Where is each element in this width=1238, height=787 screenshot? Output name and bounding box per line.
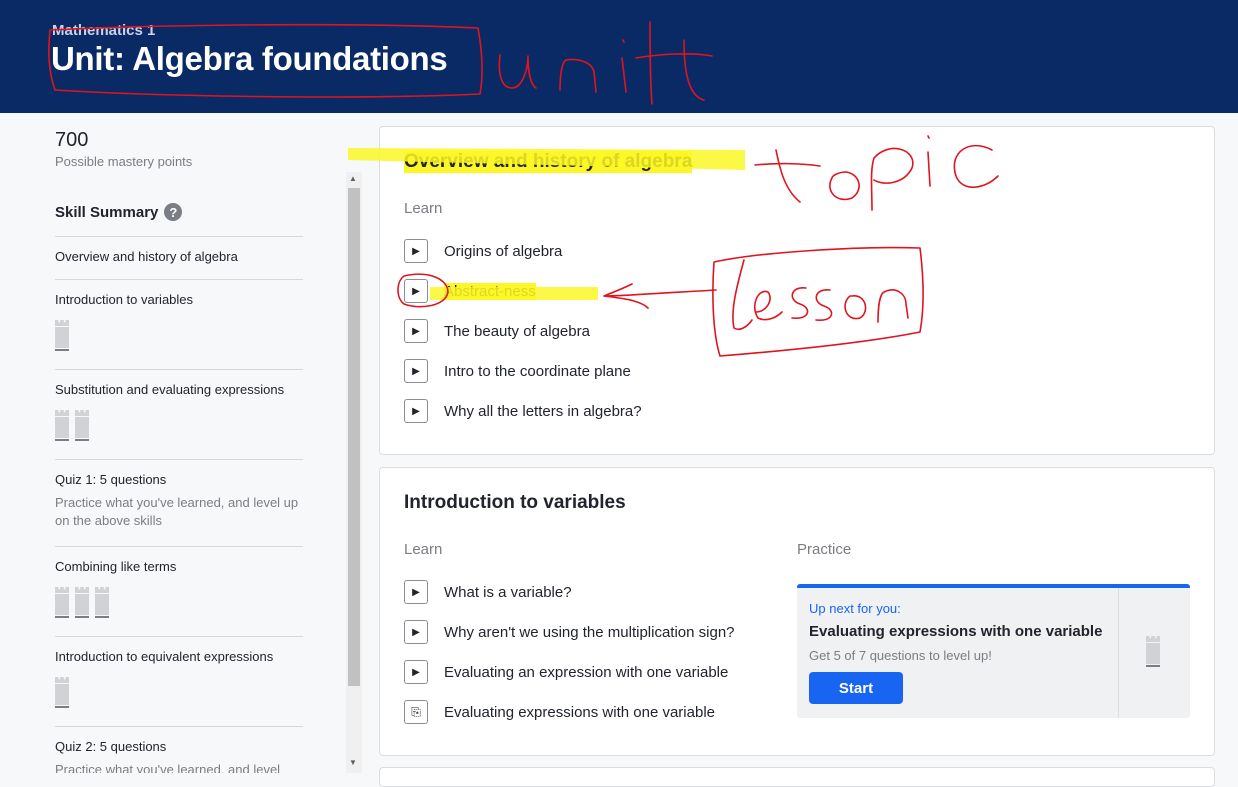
lesson-item[interactable]: ▶ Origins of algebra [404,239,562,263]
sidebar-item-combining-like-terms[interactable]: Combining like terms [55,546,303,636]
breadcrumb[interactable]: Mathematics 1 [52,22,155,39]
exercise-icon: ⎘ [404,700,428,724]
mastery-towers [55,587,109,618]
play-icon: ▶ [404,319,428,343]
lesson-item[interactable]: ▶ Abstract-ness [404,279,536,303]
lesson-item[interactable]: ▶ The beauty of algebra [404,319,590,343]
topic-card-variables: Introduction to variables Learn Practice… [379,467,1215,756]
topic-card-next [379,767,1215,787]
lesson-item[interactable]: ▶ Why aren't we using the multiplication… [404,620,735,644]
up-next-subtitle: Get 5 of 7 questions to level up! [809,648,992,663]
sidebar-item-label: Overview and history of algebra [55,249,238,264]
sidebar-item-quiz-2[interactable]: Quiz 2: 5 questions Practice what you've… [55,726,303,773]
sidebar-item-label: Substitution and evaluating expressions [55,382,285,397]
sidebar-scrollbar[interactable]: ▲ ▼ [346,172,362,773]
learn-label: Learn [404,200,443,217]
topic-card-overview: Overview and history of algebra Learn ▶ … [379,126,1215,455]
lesson-title: Intro to the coordinate plane [444,362,631,380]
lesson-item[interactable]: ▶ What is a variable? [404,580,572,604]
skill-summary-heading: Skill Summary ? [55,203,183,221]
sidebar-item-overview[interactable]: Overview and history of algebra [55,236,303,279]
mastery-tower-icon [1146,636,1160,667]
mastery-towers [1146,636,1160,667]
mastery-tower-icon [55,677,69,708]
scroll-thumb[interactable] [348,188,360,686]
unit-header: Mathematics 1 Unit: Algebra foundations [0,0,1238,113]
up-next-card: Up next for you: Evaluating expressions … [797,584,1190,718]
topic-title[interactable]: Introduction to variables [404,492,626,514]
sidebar-item-introduction-to-variables[interactable]: Introduction to variables [55,279,303,369]
sidebar-item-label: Introduction to equivalent expressions [55,649,274,664]
play-icon: ▶ [404,660,428,684]
sidebar-item-quiz-1[interactable]: Quiz 1: 5 questions Practice what you've… [55,459,303,546]
mastery-tower-icon [55,410,69,441]
lesson-item[interactable]: ▶ Evaluating an expression with one vari… [404,660,728,684]
lesson-title: Why aren't we using the multiplication s… [444,623,735,641]
mastery-towers [55,320,69,351]
play-icon: ▶ [404,399,428,423]
mastery-tower-icon [95,587,109,618]
scroll-up-arrow-icon[interactable]: ▲ [349,174,357,183]
mastery-tower-icon [75,587,89,618]
play-icon: ▶ [404,620,428,644]
up-next-title: Evaluating expressions with one variable [809,623,1103,640]
sidebar-item-substitution[interactable]: Substitution and evaluating expressions [55,369,303,459]
sidebar-item-label: Quiz 2: 5 questions [55,739,167,754]
play-icon: ▶ [404,279,428,303]
lesson-title: Origins of algebra [444,242,563,260]
sidebar: 700 Possible mastery points Skill Summar… [0,113,362,773]
lesson-title: Evaluating expressions with one variable [444,703,715,721]
mastery-towers [55,410,89,441]
up-next-label: Up next for you: [809,601,901,616]
skill-summary-label: Skill Summary [55,203,159,221]
sidebar-item-label: Introduction to variables [55,292,194,307]
learn-label: Learn [404,541,443,558]
play-icon: ▶ [404,239,428,263]
lesson-title: Abstract-ness [444,282,536,300]
sidebar-item-label: Quiz 1: 5 questions [55,472,167,487]
lesson-title: The beauty of algebra [444,322,590,340]
help-icon[interactable]: ? [164,203,183,221]
mastery-towers [55,677,69,708]
sidebar-item-description: Practice what you've learned, and level [55,762,281,773]
lesson-item[interactable]: ⎘ Evaluating expressions with one variab… [404,700,715,724]
play-icon: ▶ [404,580,428,604]
lesson-item[interactable]: ▶ Intro to the coordinate plane [404,359,631,383]
lesson-title: Why all the letters in algebra? [444,402,642,420]
mastery-tower-icon [55,320,69,351]
scroll-down-arrow-icon[interactable]: ▼ [349,758,357,767]
lesson-title: What is a variable? [444,583,572,601]
mastery-points-value: 700 [55,129,89,151]
mastery-points-label: Possible mastery points [55,154,193,169]
mastery-tower-icon [75,410,89,441]
sidebar-item-equivalent-expressions[interactable]: Introduction to equivalent expressions [55,636,303,726]
sidebar-item-description: Practice what you've learned, and level … [55,495,299,528]
sidebar-item-label: Combining like terms [55,559,177,574]
play-icon: ▶ [404,359,428,383]
lesson-title: Evaluating an expression with one variab… [444,663,729,681]
mastery-tower-icon [55,587,69,618]
topic-title[interactable]: Overview and history of algebra [404,151,693,173]
divider [1118,588,1119,718]
lesson-item[interactable]: ▶ Why all the letters in algebra? [404,399,642,423]
start-button[interactable]: Start [809,672,903,704]
page-title: Unit: Algebra foundations [51,40,448,77]
practice-label: Practice [797,541,852,558]
